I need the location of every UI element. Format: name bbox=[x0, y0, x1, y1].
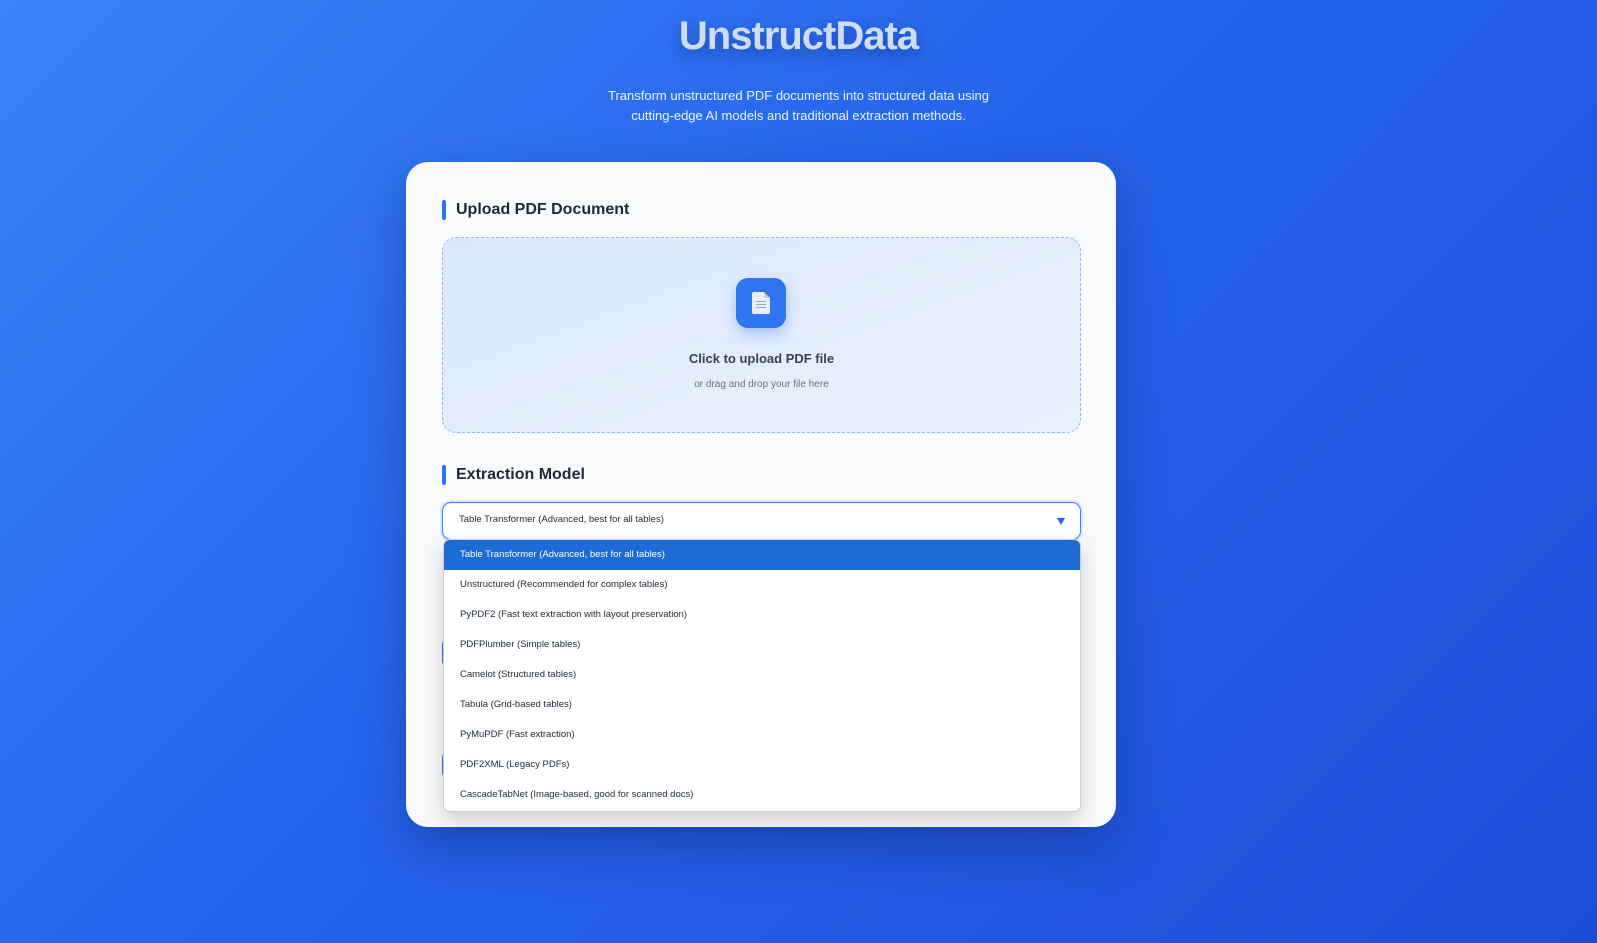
heading-accent-bar bbox=[442, 465, 446, 485]
subtitle-line-2: cutting-edge AI models and traditional e… bbox=[631, 108, 966, 123]
app-title: UnstructData bbox=[678, 14, 919, 58]
chevron-down-icon bbox=[1057, 518, 1065, 525]
model-option[interactable]: PyPDF2 (Fast text extraction with layout… bbox=[444, 600, 1080, 630]
main-card: Upload PDF Document Click to upload PDF … bbox=[406, 162, 1116, 827]
model-option[interactable]: PDFPlumber (Simple tables) bbox=[444, 630, 1080, 660]
model-dropdown-list: Table Transformer (Advanced, best for al… bbox=[443, 539, 1081, 812]
model-select-value: Table Transformer (Advanced, best for al… bbox=[459, 514, 664, 525]
upload-heading-text: Upload PDF Document bbox=[456, 201, 630, 218]
model-option[interactable]: Camelot (Structured tables) bbox=[444, 660, 1080, 690]
model-option[interactable]: PDF2XML (Legacy PDFs) bbox=[444, 750, 1080, 780]
model-heading-text: Extraction Model bbox=[456, 466, 585, 483]
upload-section-heading: Upload PDF Document bbox=[442, 200, 629, 220]
subtitle-line-1: Transform unstructured PDF documents int… bbox=[607, 88, 990, 103]
model-option[interactable]: CascadeTabNet (Image-based, good for sca… bbox=[444, 780, 1080, 810]
upload-title: Click to upload PDF file bbox=[688, 351, 835, 366]
model-option[interactable]: Table Transformer (Advanced, best for al… bbox=[444, 540, 1080, 570]
model-section-heading: Extraction Model bbox=[442, 465, 585, 485]
model-option[interactable]: Tabula (Grid-based tables) bbox=[444, 690, 1080, 720]
model-option[interactable]: PyMuPDF (Fast extraction) bbox=[444, 720, 1080, 750]
upload-hint: or drag and drop your file here bbox=[694, 379, 829, 390]
app-subtitle: Transform unstructured PDF documents int… bbox=[0, 86, 1597, 126]
model-option[interactable]: Unstructured (Recommended for complex ta… bbox=[444, 570, 1080, 600]
heading-accent-bar bbox=[442, 200, 446, 220]
model-select[interactable]: Table Transformer (Advanced, best for al… bbox=[442, 502, 1081, 540]
document-glyph bbox=[752, 292, 770, 314]
document-icon bbox=[736, 278, 786, 328]
pdf-dropzone[interactable]: Click to upload PDF file or drag and dro… bbox=[442, 237, 1081, 433]
